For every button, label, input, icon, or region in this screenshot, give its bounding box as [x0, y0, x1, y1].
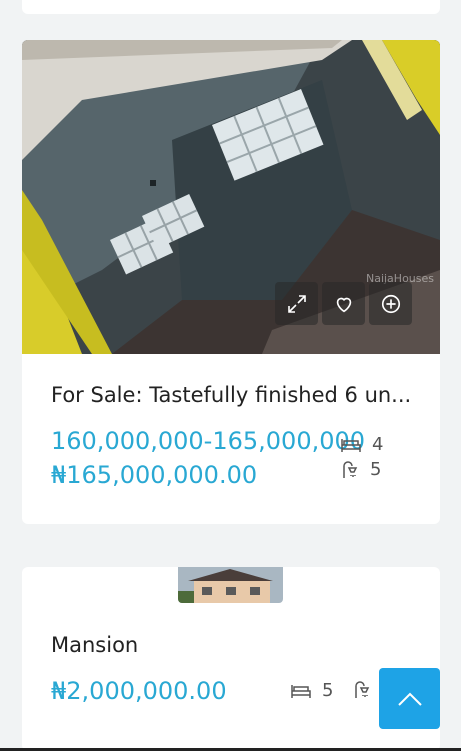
chevron-up-icon	[397, 692, 422, 706]
expand-icon	[287, 294, 306, 313]
bedrooms-feature: 5	[290, 680, 333, 701]
listing-card[interactable]: Mansion ₦2,000,000.00 5	[22, 567, 440, 751]
listing-photo[interactable]: NaijaHouses	[22, 40, 440, 354]
listing-card[interactable]: NaijaHouses For Sale: Tastefully finishe…	[22, 40, 440, 524]
previous-card-edge	[22, 0, 440, 14]
listing-price-range: 160,000,000-165,000,000	[51, 427, 366, 455]
scroll-to-top-button[interactable]	[379, 668, 440, 729]
bed-icon	[341, 438, 361, 452]
listing-price: ₦2,000,000.00	[51, 677, 227, 705]
plus-circle-icon	[381, 294, 400, 313]
bedrooms-count: 5	[322, 680, 334, 701]
bedrooms-count: 4	[372, 434, 384, 455]
favorite-button[interactable]	[322, 282, 365, 325]
expand-button[interactable]	[275, 282, 318, 325]
listing-photo[interactable]	[178, 567, 283, 603]
photo-actions	[275, 282, 412, 325]
bedrooms-feature: 4	[340, 434, 383, 455]
compare-button[interactable]	[369, 282, 412, 325]
listing-title[interactable]: For Sale: Tastefully finished 6 un...	[51, 383, 411, 407]
listing-title[interactable]: Mansion	[51, 633, 138, 657]
bathrooms-feature: 5	[340, 459, 381, 480]
shower-icon	[355, 681, 370, 698]
heart-icon	[336, 297, 351, 312]
bathrooms-feature	[352, 680, 382, 700]
listing-price: ₦165,000,000.00	[51, 461, 258, 489]
bathrooms-count: 5	[370, 459, 382, 480]
shower-icon	[343, 460, 358, 478]
bed-icon	[291, 684, 311, 698]
